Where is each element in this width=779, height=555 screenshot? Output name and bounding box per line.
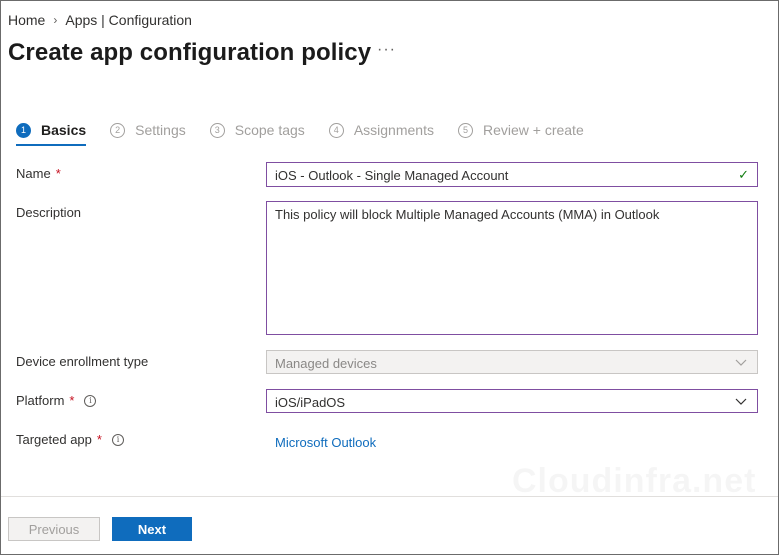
next-button[interactable]: Next xyxy=(112,517,192,541)
step-label-basics: Basics xyxy=(41,122,87,138)
breadcrumb-home[interactable]: Home xyxy=(8,12,45,28)
step-number-4: 4 xyxy=(328,122,344,138)
description-textarea[interactable]: This policy will block Multiple Managed … xyxy=(266,201,758,335)
platform-value: iOS/iPadOS xyxy=(275,395,346,410)
info-icon[interactable]: i xyxy=(84,394,97,407)
app-window: Home › Apps | Configuration Create app c… xyxy=(0,0,779,555)
description-label-row: Description xyxy=(16,205,81,220)
step-number-1: 1 xyxy=(16,122,31,138)
targeted-app-required-marker: * xyxy=(96,432,102,447)
name-input[interactable]: iOS - Outlook - Single Managed Account ✓ xyxy=(266,162,758,187)
targeted-app-label: Targeted app xyxy=(16,432,92,447)
wizard-steps: 1 Basics 2 Settings 3 Scope tags 4 Assig… xyxy=(16,122,608,146)
step-review-create[interactable]: 5 Review + create xyxy=(457,122,584,138)
previous-button[interactable]: Previous xyxy=(8,517,100,541)
targeted-app-link[interactable]: Microsoft Outlook xyxy=(275,435,376,450)
breadcrumb: Home › Apps | Configuration xyxy=(8,12,192,28)
chevron-down-icon xyxy=(734,394,748,411)
name-label-row: Name * xyxy=(16,166,61,181)
breadcrumb-separator-icon: › xyxy=(53,13,58,27)
description-textarea-value: This policy will block Multiple Managed … xyxy=(275,207,660,222)
platform-label-row: Platform * i xyxy=(16,393,97,408)
chevron-down-icon xyxy=(734,355,748,372)
step-label-assignments: Assignments xyxy=(353,122,434,138)
step-number-2: 2 xyxy=(110,122,126,138)
name-label: Name xyxy=(16,166,51,181)
info-icon[interactable]: i xyxy=(111,433,124,446)
step-label-settings: Settings xyxy=(135,122,186,138)
enrollment-label-row: Device enrollment type xyxy=(16,354,148,369)
step-label-scope-tags: Scope tags xyxy=(234,122,305,138)
step-scope-tags[interactable]: 3 Scope tags xyxy=(209,122,305,138)
breadcrumb-apps-configuration[interactable]: Apps | Configuration xyxy=(65,12,192,28)
step-settings[interactable]: 2 Settings xyxy=(110,122,186,138)
more-options-icon[interactable]: ··· xyxy=(377,41,396,59)
platform-required-marker: * xyxy=(69,393,75,408)
name-required-marker: * xyxy=(55,166,61,181)
targeted-app-label-row: Targeted app * i xyxy=(16,432,124,447)
enrollment-label: Device enrollment type xyxy=(16,354,149,369)
step-number-5: 5 xyxy=(457,122,473,138)
name-input-value: iOS - Outlook - Single Managed Account xyxy=(275,168,509,183)
enrollment-type-dropdown: Managed devices xyxy=(266,350,758,374)
platform-dropdown[interactable]: iOS/iPadOS xyxy=(266,389,758,413)
step-label-review-create: Review + create xyxy=(482,122,584,138)
page-title: Create app configuration policy xyxy=(8,39,372,66)
footer-divider xyxy=(1,496,778,497)
enrollment-type-value: Managed devices xyxy=(275,356,377,371)
step-assignments[interactable]: 4 Assignments xyxy=(328,122,434,138)
step-number-3: 3 xyxy=(209,122,225,138)
checkmark-icon: ✓ xyxy=(738,167,749,182)
description-label: Description xyxy=(16,205,82,220)
platform-label: Platform xyxy=(16,393,65,408)
step-basics[interactable]: 1 Basics xyxy=(16,122,87,146)
